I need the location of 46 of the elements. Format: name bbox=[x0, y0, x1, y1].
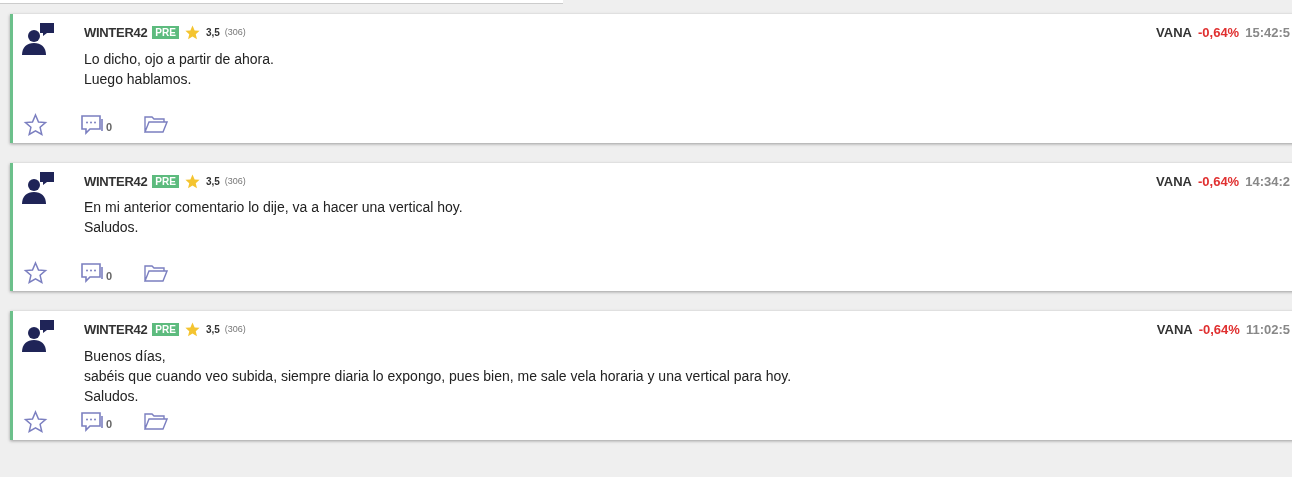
username[interactable]: WINTER42 bbox=[84, 171, 148, 191]
message-text: Buenos días, bbox=[84, 346, 167, 366]
comment-icon[interactable] bbox=[80, 113, 104, 136]
post-time: 11:02:5 bbox=[1245, 321, 1290, 339]
rating-value: 3,5 bbox=[205, 174, 220, 189]
star-icon bbox=[183, 172, 201, 190]
comment-icon[interactable] bbox=[80, 410, 104, 433]
folder-icon[interactable] bbox=[144, 412, 169, 431]
message-text: Luego hablamos. bbox=[84, 69, 193, 89]
vote-count: (306) bbox=[224, 323, 246, 336]
rating-value: 3,5 bbox=[205, 26, 220, 41]
premium-badge: PRE bbox=[152, 174, 179, 188]
vote-count: (306) bbox=[224, 26, 246, 39]
comment-count: 0 bbox=[106, 417, 113, 432]
favorite-star-icon[interactable] bbox=[23, 409, 48, 434]
ticker-link[interactable]: VANA bbox=[1156, 23, 1192, 43]
user-chat-icon bbox=[22, 319, 56, 353]
message-text: Saludos. bbox=[84, 386, 140, 406]
message-text: sabéis que cuando veo subida, siempre diaria lo expongo, pues bien, me sale vela horaria y una vertical para hoy. bbox=[84, 366, 793, 386]
username[interactable]: WINTER42 bbox=[84, 320, 148, 340]
folder-icon[interactable] bbox=[144, 115, 169, 134]
favorite-star-icon[interactable] bbox=[23, 261, 48, 285]
post-time: 14:34:2 bbox=[1245, 172, 1290, 191]
premium-badge: PRE bbox=[152, 323, 179, 337]
favorite-star-icon[interactable] bbox=[23, 112, 48, 137]
comment-count: 0 bbox=[106, 120, 113, 135]
message-text: Saludos. bbox=[84, 218, 140, 237]
post-time: 15:42:5 bbox=[1245, 24, 1290, 42]
star-icon bbox=[183, 321, 201, 339]
price-change: -0,64% bbox=[1198, 24, 1240, 42]
folder-icon[interactable] bbox=[144, 263, 169, 283]
username[interactable]: WINTER42 bbox=[84, 23, 148, 43]
ticker-link[interactable]: VANA bbox=[1156, 171, 1192, 191]
star-icon bbox=[183, 24, 201, 42]
user-chat-icon bbox=[22, 22, 56, 56]
premium-badge: PRE bbox=[152, 26, 179, 40]
message-text: Lo dicho, ojo a partir de ahora. bbox=[84, 49, 275, 69]
comment-count: 0 bbox=[106, 268, 113, 284]
price-change: -0,64% bbox=[1198, 321, 1240, 339]
user-chat-icon bbox=[22, 170, 56, 205]
message-text: En mi anterior comentario lo dije, va a hacer una vertical hoy. bbox=[84, 198, 464, 217]
ticker-link[interactable]: VANA bbox=[1156, 320, 1193, 340]
price-change: -0,64% bbox=[1198, 172, 1240, 191]
comment-icon[interactable] bbox=[80, 262, 104, 284]
vote-count: (306) bbox=[224, 174, 246, 188]
rating-value: 3,5 bbox=[205, 323, 220, 338]
